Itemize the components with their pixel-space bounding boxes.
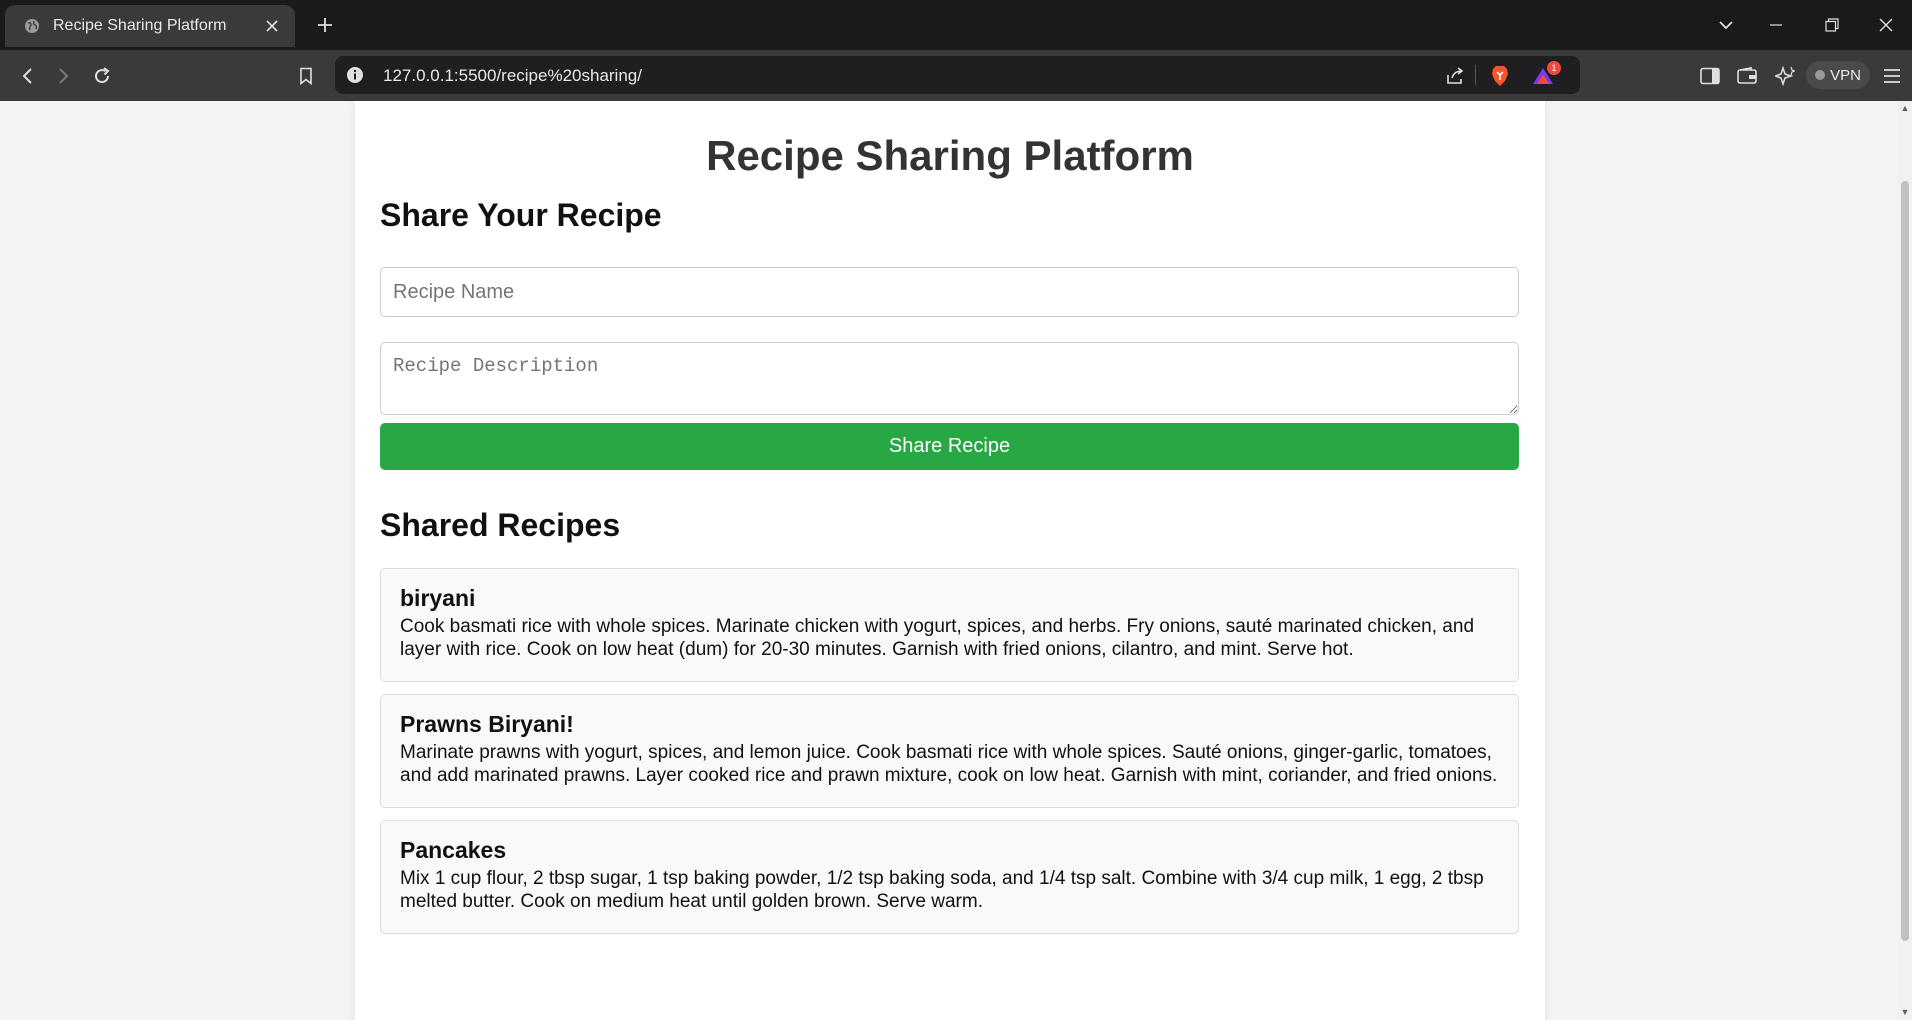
share-recipe-heading: Share Your Recipe: [380, 197, 662, 233]
brave-shields-icon[interactable]: [1488, 64, 1512, 88]
rewards-badge: 1: [1547, 61, 1561, 75]
main-menu-button[interactable]: [1878, 62, 1906, 90]
vpn-status-icon: [1815, 70, 1826, 80]
address-bar[interactable]: 127.0.0.1:5500/recipe%20sharing/ 1: [335, 56, 1580, 94]
share-icon[interactable]: [1443, 64, 1467, 88]
browser-tab[interactable]: Recipe Sharing Platform: [5, 5, 295, 47]
recipe-name: Prawns Biryani!: [400, 711, 574, 737]
scroll-up-arrow-icon[interactable]: ▲: [1900, 103, 1910, 113]
minimize-icon: [1770, 24, 1782, 26]
recipe-name-input[interactable]: [380, 267, 1519, 317]
info-icon[interactable]: [345, 65, 365, 85]
menu-icon: [1884, 69, 1900, 83]
globe-icon: [23, 17, 41, 35]
back-icon: [22, 68, 32, 84]
leo-ai-button[interactable]: [1771, 62, 1799, 90]
restore-button[interactable]: [1818, 12, 1846, 38]
wallet-button[interactable]: [1733, 62, 1761, 90]
close-window-button[interactable]: [1872, 12, 1900, 38]
reload-icon: [95, 67, 110, 84]
close-icon: [1879, 18, 1893, 32]
reload-button[interactable]: [88, 62, 116, 90]
browser-toolbar: 127.0.0.1:5500/recipe%20sharing/ 1 VPN: [0, 50, 1912, 101]
recipe-description-input[interactable]: [380, 342, 1519, 415]
minimize-button[interactable]: [1762, 12, 1790, 38]
recipe-name: Pancakes: [400, 837, 507, 863]
forward-icon: [59, 68, 69, 84]
tab-title: Recipe Sharing Platform: [53, 17, 227, 34]
recipe-description: Cook basmati rice with whole spices. Mar…: [400, 616, 1475, 660]
sidebar-button[interactable]: [1696, 62, 1724, 90]
shared-recipes-heading: Shared Recipes: [380, 507, 621, 543]
back-button[interactable]: [13, 62, 41, 90]
scroll-thumb[interactable]: [1901, 181, 1909, 941]
wallet-icon: [1737, 67, 1757, 84]
tab-strip: Recipe Sharing Platform: [0, 0, 1912, 50]
new-tab-button[interactable]: [312, 12, 338, 38]
scroll-down-arrow-icon[interactable]: ▼: [1900, 1007, 1910, 1017]
recipe-list: biryani Cook basmati rice with whole spi…: [380, 568, 1520, 934]
recipe-card: Pancakes Mix 1 cup flour, 2 tbsp sugar, …: [380, 820, 1519, 934]
close-icon[interactable]: [261, 15, 283, 37]
page-title: Recipe Sharing Platform: [706, 132, 1194, 179]
bookmark-icon: [300, 67, 312, 85]
recipe-card: biryani Cook basmati rice with whole spi…: [380, 568, 1519, 682]
sidebar-icon: [1700, 67, 1720, 85]
forward-button[interactable]: [50, 62, 78, 90]
recipe-description: Mix 1 cup flour, 2 tbsp sugar, 1 tsp bak…: [400, 868, 1484, 912]
plus-icon: [318, 18, 332, 32]
recipe-description: Marinate prawns with yogurt, spices, and…: [400, 742, 1498, 786]
tab-search-button[interactable]: [1712, 12, 1740, 38]
omnibox-divider: [1475, 65, 1476, 85]
page-scrollbar[interactable]: ▲ ▼: [1898, 101, 1912, 1020]
recipe-name: biryani: [400, 585, 476, 611]
vpn-label: VPN: [1830, 66, 1861, 84]
bookmark-button[interactable]: [292, 62, 320, 90]
recipe-card: Prawns Biryani! Marinate prawns with yog…: [380, 694, 1519, 808]
restore-icon: [1825, 18, 1839, 32]
recipe-app-container: Recipe Sharing Platform Share Your Recip…: [355, 101, 1545, 1020]
page-viewport: Recipe Sharing Platform Share Your Recip…: [0, 101, 1912, 1020]
vpn-button[interactable]: VPN: [1806, 61, 1870, 89]
url-text: 127.0.0.1:5500/recipe%20sharing/: [383, 66, 642, 85]
share-recipe-button[interactable]: Share Recipe: [380, 423, 1519, 470]
chevron-down-icon: [1719, 21, 1733, 30]
leo-ai-icon: [1775, 66, 1795, 86]
